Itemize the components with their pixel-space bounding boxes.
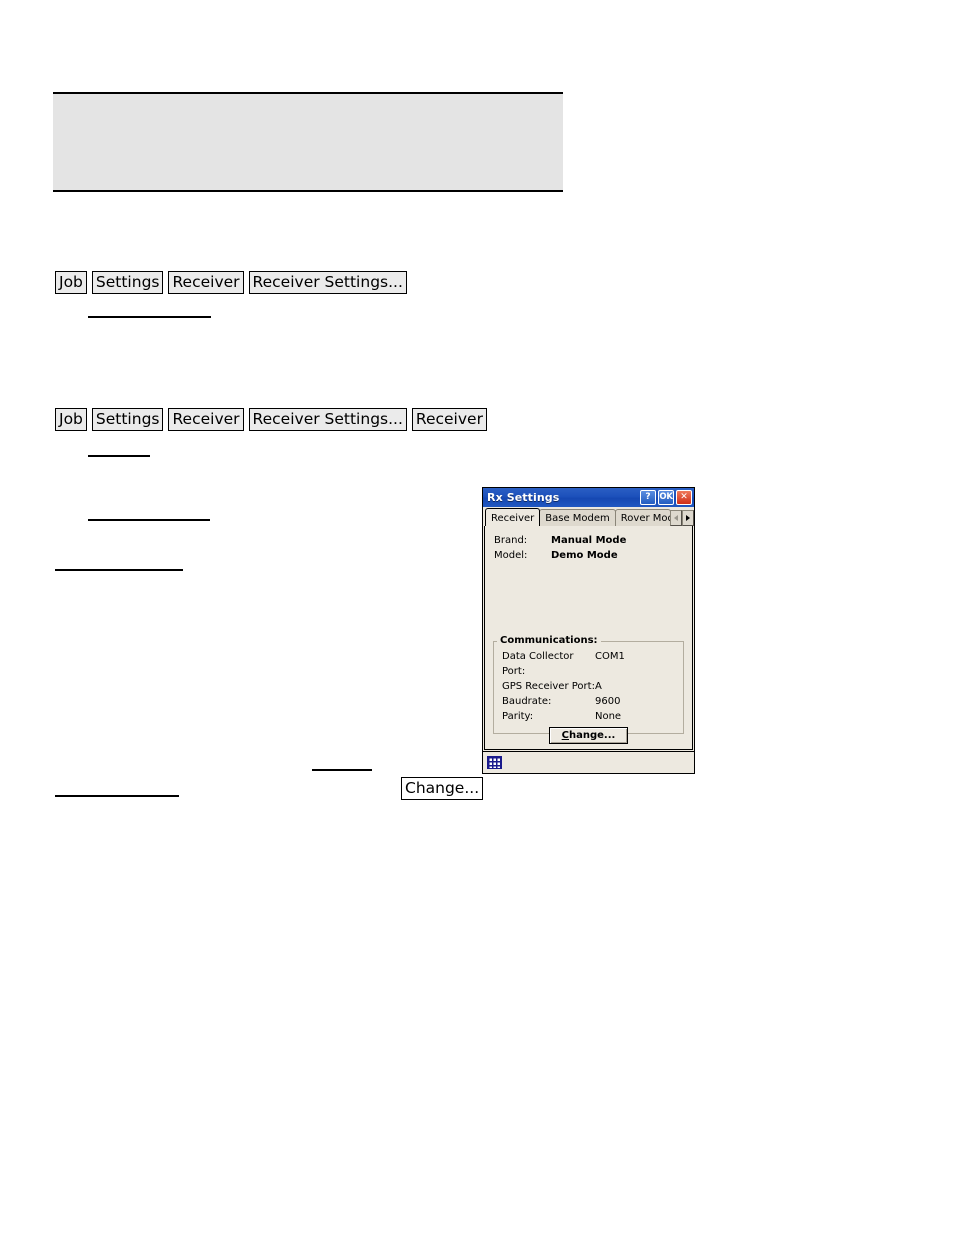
redacted-text-rule	[88, 519, 210, 521]
breadcrumb-item-settings[interactable]: Settings	[91, 271, 164, 294]
dialog-taskbar	[483, 751, 694, 773]
parity-label: Parity:	[502, 711, 534, 722]
data-collector-port-label: Data Collector Port:	[502, 651, 574, 677]
baudrate-value: 9600	[595, 696, 621, 707]
model-label: Model:	[494, 550, 528, 561]
keyboard-icon[interactable]	[487, 756, 502, 769]
rx-settings-screenshot: Rx Settings ? OK ✕ Receiver Base Modem R…	[482, 487, 695, 774]
gps-receiver-port-label: GPS Receiver Port:	[502, 681, 595, 692]
breadcrumb: Job Settings Receiver Receiver Settings.…	[55, 271, 407, 294]
redacted-text-rule	[55, 795, 179, 797]
tab-receiver[interactable]: Receiver	[485, 508, 541, 526]
change-button-row: Change...	[502, 727, 675, 744]
redacted-text-rule	[88, 455, 150, 457]
breadcrumb-item-job[interactable]: Job	[55, 271, 87, 294]
communications-groupbox: Communications: Data Collector Port: COM…	[493, 635, 684, 744]
close-icon[interactable]: ✕	[676, 490, 692, 505]
change-button[interactable]: Change...	[548, 727, 629, 744]
model-row: Model: Demo Mode	[494, 549, 683, 563]
gps-receiver-port-row: GPS Receiver Port: A	[502, 679, 675, 694]
dialog-titlebar: Rx Settings ? OK ✕	[483, 488, 694, 507]
note-block-text	[53, 94, 563, 106]
brand-value: Manual Mode	[551, 535, 627, 546]
help-button[interactable]: ?	[640, 490, 656, 505]
tab-scroll-left-icon[interactable]	[670, 510, 682, 526]
breadcrumb-item-job[interactable]: Job	[55, 408, 87, 431]
tab-base-modem[interactable]: Base Modem	[539, 509, 616, 526]
parity-value: None	[595, 711, 622, 722]
redacted-text-rule	[312, 769, 372, 771]
baudrate-label: Baudrate:	[502, 696, 552, 707]
communications-legend: Communications:	[497, 635, 601, 646]
breadcrumb: Job Settings Receiver Receiver Settings.…	[55, 408, 487, 431]
dialog-title: Rx Settings	[487, 491, 560, 504]
redacted-text-rule	[55, 569, 183, 571]
gps-receiver-port-value: A	[595, 681, 602, 692]
breadcrumb-item-receiver-settings[interactable]: Receiver Settings...	[248, 408, 407, 431]
redacted-text-rule	[88, 316, 211, 318]
data-collector-port-value: COM1	[595, 651, 625, 662]
breadcrumb-item-receiver[interactable]: Receiver	[168, 271, 244, 294]
ok-button[interactable]: OK	[658, 490, 674, 505]
note-block	[53, 92, 563, 192]
breadcrumb-item-receiver-settings[interactable]: Receiver Settings...	[248, 271, 407, 294]
change-button-accel: C	[561, 730, 569, 741]
brand-row: Brand: Manual Mode	[494, 534, 683, 548]
breadcrumb-item-receiver-tab[interactable]: Receiver	[411, 408, 487, 431]
breadcrumb-item-receiver[interactable]: Receiver	[168, 408, 244, 431]
tab-scroll-right-icon[interactable]	[682, 510, 694, 526]
tab-rover-modem[interactable]: Rover Mod	[614, 509, 671, 526]
dialog-tabstrip: Receiver Base Modem Rover Mod	[483, 507, 694, 526]
data-collector-port-row: Data Collector Port: COM1	[502, 649, 675, 679]
tab-scroll-buttons	[670, 510, 694, 526]
parity-row: Parity: None	[502, 709, 675, 724]
breadcrumb-item-settings[interactable]: Settings	[91, 408, 164, 431]
model-value: Demo Mode	[551, 550, 618, 561]
change-button-label: hange...	[569, 730, 616, 741]
brand-label: Brand:	[494, 535, 528, 546]
inline-change-button-reference[interactable]: Change...	[401, 777, 484, 800]
receiver-tab-panel: Brand: Manual Mode Model: Demo Mode Comm…	[484, 526, 693, 750]
document-page: Job Settings Receiver Receiver Settings.…	[0, 0, 954, 1235]
baudrate-row: Baudrate: 9600	[502, 694, 675, 709]
